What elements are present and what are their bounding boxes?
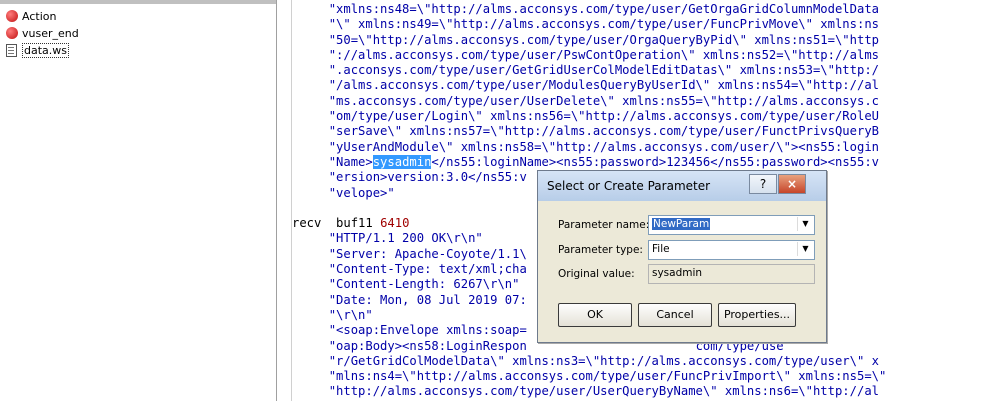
dialog-titlebar[interactable]: Select or Create Parameter ? × [538, 171, 826, 201]
code-token: "Server: Apache-Coyote/1.1\ [328, 246, 527, 261]
code-token: "/alms.acconsys.com/type/user/ModulesQue… [328, 78, 879, 93]
code-line: "mlns:ns4=\"http://alms.acconsys.com/typ… [292, 369, 887, 384]
chevron-down-icon[interactable]: ▼ [797, 242, 813, 256]
dialog-title: Select or Create Parameter [547, 179, 711, 193]
code-line: "yUserAndModule\" xmlns:ns58=\"http://al… [292, 140, 886, 155]
code-token: ".acconsys.com/type/user/GetGridUserColM… [328, 63, 879, 78]
original-value-field: sysadmin [648, 264, 815, 284]
code-line: "xmlns:ns48=\"http://alms.acconsys.com/t… [292, 2, 886, 17]
code-token: "serSave\" xmlns:ns57=\"http://alms.acco… [328, 124, 879, 139]
code-token: "50=\"http://alms.acconsys.com/type/user… [328, 32, 879, 47]
param-type-label: Parameter type: [558, 244, 643, 256]
code-line: "://alms.acconsys.com/type/user/PswContO… [292, 48, 886, 63]
code-token: "r/GetGridColModelData\" xmlns:ns3=\"htt… [328, 353, 879, 368]
code-token: recv buf11 [292, 216, 381, 231]
param-name-combobox[interactable]: NewParam ▼ [648, 215, 815, 235]
code-token: "Content-Type: text/xml;cha [328, 262, 527, 277]
code-line: ".acconsys.com/type/user/GetGridUserColM… [292, 63, 886, 78]
file-icon [6, 43, 17, 57]
action-icon [6, 27, 18, 39]
cancel-button[interactable]: Cancel [638, 303, 712, 327]
tree-item-label: Action [22, 9, 57, 23]
tree-item-vuser-end[interactable]: vuser_end [6, 25, 79, 41]
pane-splitter[interactable] [277, 0, 292, 401]
code-token: "yUserAndModule\" xmlns:ns58=\"http://al… [328, 139, 879, 154]
code-token: "Date: Mon, 08 Jul 2019 07: [328, 292, 527, 307]
code-token: "om/type/user/Login\" xmlns:ns56=\"http:… [328, 109, 879, 124]
tree-item-data-ws[interactable]: data.ws [6, 42, 70, 58]
tree-item-label: vuser_end [22, 26, 79, 40]
action-icon [6, 10, 18, 22]
tree-top-border [0, 0, 276, 4]
code-line: "r/GetGridColModelData\" xmlns:ns3=\"htt… [292, 354, 886, 369]
help-icon[interactable]: ? [749, 174, 777, 194]
code-token: "mlns:ns4=\"http://alms.acconsys.com/typ… [328, 369, 887, 384]
code-line: "Name>sysadmin</ns55:loginName><ns55:pas… [292, 154, 886, 170]
properties-button[interactable]: Properties... [718, 303, 796, 327]
code-token: "http://alms.acconsys.com/type/user/User… [328, 384, 879, 399]
code-token: </ns55:loginName><ns55:password>123456</… [431, 154, 880, 169]
code-line: "serSave\" xmlns:ns57=\"http://alms.acco… [292, 124, 886, 139]
code-token: "<soap:Envelope xmlns:soap= [328, 323, 527, 338]
param-name-value: NewParam [652, 218, 711, 230]
param-name-label: Parameter name: [558, 219, 650, 231]
code-line: "http://alms.acconsys.com/type/user/User… [292, 384, 886, 399]
code-token: "ms.acconsys.com/type/user/UserDelete\" … [328, 93, 879, 108]
code-line: "50=\"http://alms.acconsys.com/type/user… [292, 33, 886, 48]
code-token: "xmlns:ns48=\"http://alms.acconsys.com/t… [328, 2, 879, 16]
tree-item-action[interactable]: Action [6, 8, 56, 24]
code-line: "ms.acconsys.com/type/user/UserDelete\" … [292, 94, 886, 109]
code-token: "://alms.acconsys.com/type/user/PswContO… [328, 47, 879, 62]
code-token: "Name> [328, 154, 373, 169]
close-icon[interactable]: × [778, 174, 806, 194]
code-token: "oap:Body><ns58:LoginRespon [328, 338, 527, 353]
ok-button[interactable]: OK [558, 303, 632, 327]
code-token: "HTTP/1.1 200 OK\r\n" [328, 231, 483, 246]
select-or-create-parameter-dialog: Select or Create Parameter ? × Parameter… [537, 170, 827, 343]
code-token: 6410 [380, 216, 410, 231]
original-value: sysadmin [652, 267, 703, 279]
original-value-label: Original value: [558, 268, 635, 280]
code-line: "\" xmlns:ns49=\"http://alms.acconsys.co… [292, 17, 886, 32]
code-token: "\r\n" [328, 307, 373, 322]
selected-text: sysadmin [372, 154, 432, 169]
code-line: "/alms.acconsys.com/type/user/ModulesQue… [292, 78, 886, 93]
tree-item-label: data.ws [22, 42, 70, 58]
code-line: "om/type/user/Login\" xmlns:ns56=\"http:… [292, 109, 886, 124]
param-type-value: File [652, 243, 670, 255]
code-token: "ersion>version:3.0</ns55:v [328, 170, 527, 185]
script-tree: Action vuser_end data.ws [0, 0, 277, 401]
code-token: "velope>" [328, 185, 395, 200]
code-token: "Content-Length: 6267\r\n" [328, 277, 520, 292]
chevron-down-icon[interactable]: ▼ [797, 217, 813, 231]
code-token: "\" xmlns:ns49=\"http://alms.acconsys.co… [328, 17, 879, 32]
param-type-select[interactable]: File ▼ [648, 240, 815, 260]
